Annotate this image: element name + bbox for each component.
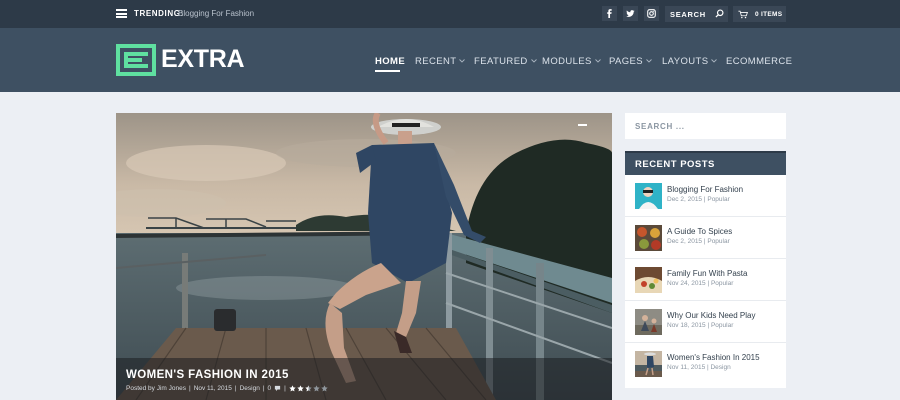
post-title[interactable]: A Guide To Spices: [667, 227, 732, 236]
nav-recent[interactable]: RECENT: [415, 55, 466, 67]
recent-posts-header: RECENT POSTS: [625, 151, 786, 175]
chevron-down-icon: [459, 59, 466, 63]
nav-active-indicator: [375, 70, 400, 72]
nav-layouts[interactable]: LAYOUTS: [662, 55, 718, 67]
cart-button[interactable]: 0 ITEMS: [733, 6, 786, 22]
post-title[interactable]: Blogging For Fashion: [667, 185, 743, 194]
trending-label: TRENDING:: [134, 9, 184, 18]
cart-count: 0 ITEMS: [755, 10, 783, 18]
post-thumbnail[interactable]: [635, 267, 662, 293]
meta-separator: |: [284, 385, 286, 392]
site-header: EXTRA HOME RECENT FEATURED MODULES PAGES…: [0, 28, 900, 92]
meta-separator: |: [262, 385, 265, 392]
meta-separator: |: [234, 385, 237, 392]
post-meta: Dec 2, 2015 | Popular: [667, 238, 730, 245]
cart-icon: [738, 10, 748, 18]
post-meta: Nov 11, 2015 | Design: [667, 364, 731, 371]
top-search: [665, 6, 728, 22]
nav-ecommerce-label: ECOMMERCE: [726, 55, 793, 67]
recent-posts-title: RECENT POSTS: [635, 159, 715, 170]
featured-date: Nov 11, 2015: [193, 385, 232, 392]
post-thumbnail[interactable]: [635, 351, 662, 377]
post-meta: Nov 18, 2015 | Popular: [667, 322, 734, 329]
featured-image: [116, 113, 612, 400]
logo-mark[interactable]: [116, 44, 156, 76]
nav-featured[interactable]: FEATURED: [474, 55, 537, 67]
post-meta: Dec 2, 2015 | Popular: [667, 196, 730, 203]
nav-home[interactable]: HOME: [375, 55, 405, 67]
meta-separator: |: [188, 385, 191, 392]
featured-author[interactable]: Posted by Jim Jones: [126, 385, 186, 392]
logo-text[interactable]: EXTRA: [161, 45, 245, 74]
nav-recent-label: RECENT: [415, 55, 457, 67]
post-title[interactable]: Why Our Kids Need Play: [667, 311, 755, 320]
post-thumbnail[interactable]: [635, 183, 662, 209]
list-item[interactable]: Women's Fashion In 2015 Nov 11, 2015 | D…: [625, 343, 786, 385]
chevron-down-icon: [646, 59, 652, 63]
featured-caption: WOMEN'S FASHION IN 2015 Posted by Jim Jo…: [116, 358, 612, 400]
chevron-down-icon: [594, 59, 601, 63]
chevron-down-icon: [530, 59, 537, 63]
nav-pages-label: PAGES: [609, 55, 644, 67]
post-thumbnail[interactable]: [635, 309, 662, 335]
list-item[interactable]: Family Fun With Pasta Nov 24, 2015 | Pop…: [625, 259, 786, 301]
post-title[interactable]: Family Fun With Pasta: [667, 269, 747, 278]
nav-modules-label: MODULES: [542, 55, 592, 67]
featured-post[interactable]: WOMEN'S FASHION IN 2015 Posted by Jim Jo…: [116, 113, 612, 400]
chevron-down-icon: [711, 59, 718, 63]
facebook-icon[interactable]: [602, 6, 617, 21]
nav-home-label: HOME: [375, 55, 406, 67]
list-item[interactable]: Why Our Kids Need Play Nov 18, 2015 | Po…: [625, 301, 786, 343]
nav-ecommerce[interactable]: ECOMMERCE: [726, 55, 792, 67]
post-meta: Nov 24, 2015 | Popular: [667, 280, 734, 287]
trending-link[interactable]: Blogging For Fashion: [178, 9, 254, 18]
star-icon: [305, 385, 312, 392]
featured-comments[interactable]: 0: [268, 385, 272, 392]
featured-meta: Posted by Jim Jones | Nov 11, 2015 | Des…: [126, 385, 328, 392]
featured-category[interactable]: Design: [240, 385, 260, 392]
nav-pages[interactable]: PAGES: [609, 55, 652, 67]
list-item[interactable]: A Guide To Spices Dec 2, 2015 | Popular: [625, 217, 786, 259]
sidebar-search-input[interactable]: [625, 113, 786, 139]
hamburger-icon[interactable]: [116, 9, 127, 18]
search-icon[interactable]: [715, 9, 724, 18]
list-item[interactable]: Blogging For Fashion Dec 2, 2015 | Popul…: [625, 175, 786, 217]
top-search-input[interactable]: [665, 6, 713, 22]
slider-indicator[interactable]: [578, 124, 587, 126]
instagram-icon[interactable]: [644, 6, 659, 21]
star-icon: [289, 385, 296, 392]
rating-stars: [289, 385, 328, 392]
twitter-icon[interactable]: [623, 6, 638, 21]
comment-icon: [275, 385, 281, 392]
post-title[interactable]: Women's Fashion In 2015: [667, 353, 760, 362]
post-thumbnail[interactable]: [635, 225, 662, 251]
nav-layouts-label: LAYOUTS: [662, 55, 709, 67]
star-icon: [297, 385, 304, 392]
recent-posts-widget: RECENT POSTS Blogging For Fashion Dec 2,…: [625, 151, 786, 388]
sidebar-search: [625, 113, 786, 139]
nav-modules[interactable]: MODULES: [542, 55, 601, 67]
star-icon: [321, 385, 328, 392]
star-icon: [313, 385, 320, 392]
nav-featured-label: FEATURED: [474, 55, 528, 67]
featured-title[interactable]: WOMEN'S FASHION IN 2015: [126, 369, 289, 381]
top-bar: TRENDING: Blogging For Fashion 0 ITEMS: [0, 0, 900, 28]
